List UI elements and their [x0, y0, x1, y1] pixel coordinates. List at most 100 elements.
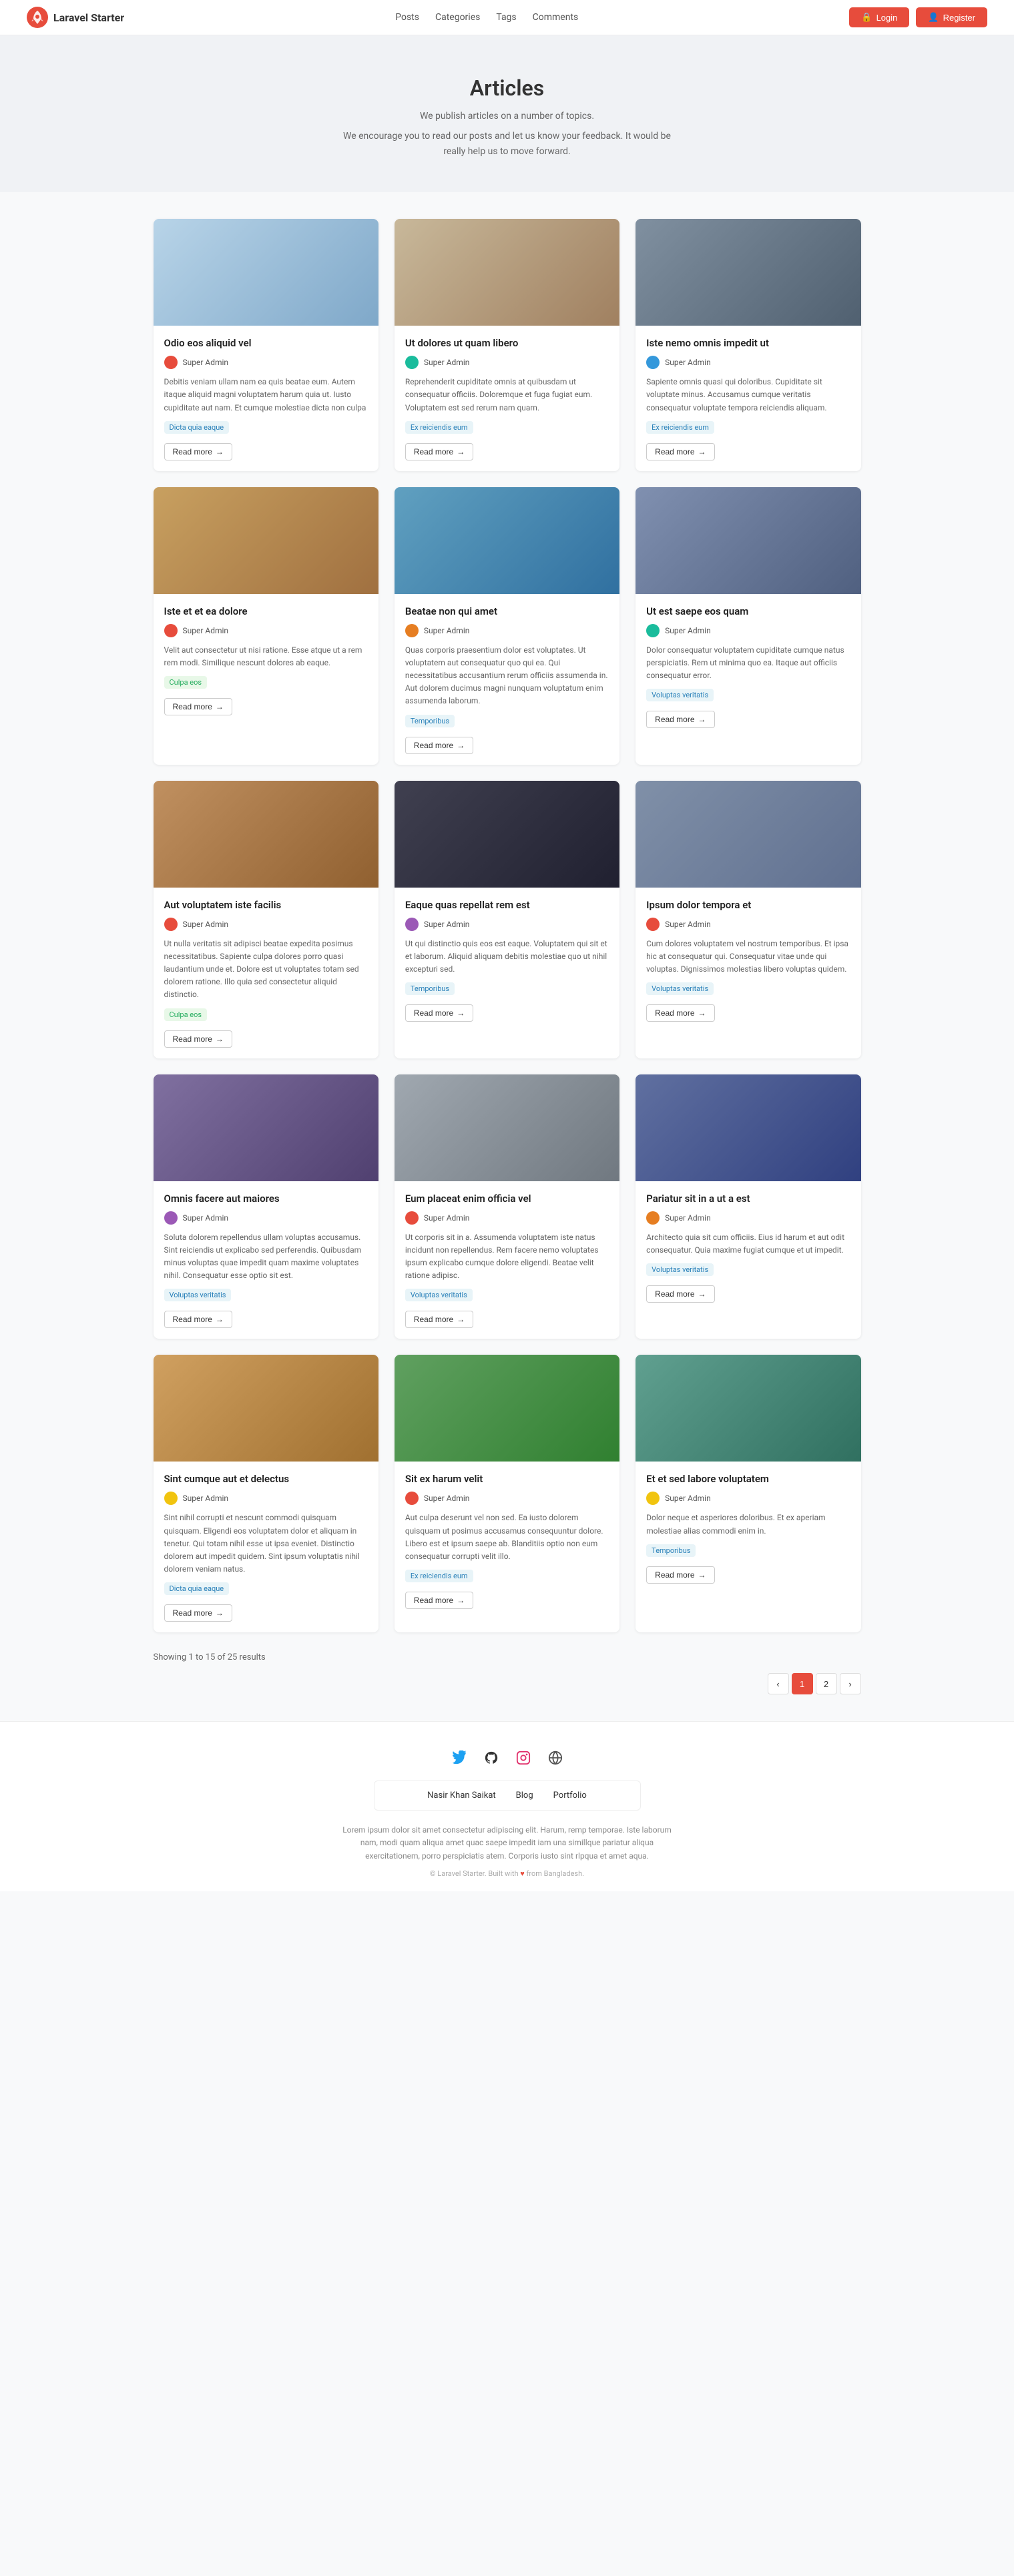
- article-card: Ut dolores ut quam libero Super Admin Re…: [395, 219, 619, 471]
- article-tag[interactable]: Voluptas veritatis: [405, 1289, 473, 1301]
- footer-link-portfolio[interactable]: Portfolio: [553, 1791, 587, 1801]
- read-more-button[interactable]: Read more →: [164, 1604, 232, 1622]
- nav-comments[interactable]: Comments: [533, 12, 579, 23]
- hero-title: Articles: [13, 75, 1001, 101]
- author-name: Super Admin: [665, 626, 711, 635]
- article-title: Sit ex harum velit: [405, 1472, 609, 1486]
- article-author: Super Admin: [164, 356, 368, 369]
- prev-page-button[interactable]: ‹: [768, 1673, 789, 1694]
- article-tag[interactable]: Voluptas veritatis: [646, 689, 714, 701]
- nav-posts[interactable]: Posts: [395, 12, 419, 23]
- article-tag[interactable]: Ex reiciendis eum: [405, 1570, 473, 1582]
- article-title: Sint cumque aut et delectus: [164, 1472, 368, 1486]
- article-card: Eum placeat enim officia vel Super Admin…: [395, 1074, 619, 1339]
- main-content: Odio eos aliquid vel Super Admin Debitis…: [140, 219, 874, 1694]
- github-icon[interactable]: [482, 1748, 501, 1767]
- read-more-button[interactable]: Read more →: [405, 443, 473, 460]
- read-more-button[interactable]: Read more →: [405, 737, 473, 754]
- article-tag[interactable]: Culpa eos: [164, 1008, 208, 1021]
- globe-icon[interactable]: [546, 1748, 565, 1767]
- article-tag[interactable]: Temporibus: [405, 715, 455, 727]
- article-card: Ipsum dolor tempora et Super Admin Cum d…: [636, 781, 860, 1058]
- author-avatar: [164, 918, 178, 931]
- hero-subtitle: We publish articles on a number of topic…: [340, 109, 674, 123]
- page-1-button[interactable]: 1: [792, 1673, 813, 1694]
- read-more-button[interactable]: Read more →: [646, 1566, 714, 1584]
- read-more-button[interactable]: Read more →: [405, 1592, 473, 1609]
- article-image: [636, 487, 860, 594]
- article-tag[interactable]: Dicta quia eaque: [164, 421, 230, 434]
- next-page-button[interactable]: ›: [840, 1673, 861, 1694]
- article-title: Omnis facere aut maiores: [164, 1192, 368, 1206]
- read-more-button[interactable]: Read more →: [164, 1030, 232, 1048]
- article-author: Super Admin: [405, 356, 609, 369]
- nav-buttons: 🔒 Login 👤 Register: [849, 7, 987, 27]
- brand-logo[interactable]: Laravel Starter: [27, 7, 124, 28]
- article-tag[interactable]: Dicta quia eaque: [164, 1582, 230, 1595]
- arrow-right-icon: →: [457, 1315, 465, 1324]
- read-more-button[interactable]: Read more →: [164, 698, 232, 715]
- arrow-right-icon: →: [457, 447, 465, 456]
- article-title: Eaque quas repellat rem est: [405, 898, 609, 912]
- article-tag[interactable]: Ex reiciendis eum: [405, 421, 473, 434]
- article-tag[interactable]: Voluptas veritatis: [646, 1263, 714, 1276]
- article-tag[interactable]: Ex reiciendis eum: [646, 421, 714, 434]
- article-card: Sit ex harum velit Super Admin Aut culpa…: [395, 1355, 619, 1632]
- article-image: [636, 1355, 860, 1462]
- read-more-button[interactable]: Read more →: [405, 1004, 473, 1022]
- article-excerpt: Debitis veniam ullam nam ea quis beatae …: [164, 376, 368, 414]
- arrow-right-icon: →: [698, 715, 706, 724]
- article-excerpt: Dolor consequatur voluptatem cupiditate …: [646, 644, 850, 683]
- article-tag[interactable]: Temporibus: [646, 1544, 696, 1557]
- article-excerpt: Sint nihil corrupti et nescunt commodi q…: [164, 1512, 368, 1576]
- read-more-button[interactable]: Read more →: [646, 711, 714, 728]
- register-button[interactable]: 👤 Register: [916, 7, 987, 27]
- arrow-right-icon: →: [457, 1596, 465, 1605]
- article-card: Iste nemo omnis impedit ut Super Admin S…: [636, 219, 860, 471]
- article-image: [636, 219, 860, 326]
- page-2-button[interactable]: 2: [816, 1673, 837, 1694]
- article-excerpt: Velit aut consectetur ut nisi ratione. E…: [164, 644, 368, 669]
- instagram-icon[interactable]: [514, 1748, 533, 1767]
- read-more-button[interactable]: Read more →: [646, 1285, 714, 1303]
- twitter-icon[interactable]: [450, 1748, 469, 1767]
- author-avatar: [405, 918, 419, 931]
- article-author: Super Admin: [646, 356, 850, 369]
- article-card: Beatae non qui amet Super Admin Quas cor…: [395, 487, 619, 765]
- article-card: Et et sed labore voluptatem Super Admin …: [636, 1355, 860, 1632]
- footer-description: Lorem ipsum dolor sit amet consectetur a…: [340, 1824, 674, 1863]
- article-card: Eaque quas repellat rem est Super Admin …: [395, 781, 619, 1058]
- article-tag[interactable]: Voluptas veritatis: [164, 1289, 232, 1301]
- author-avatar: [164, 624, 178, 637]
- nav-tags[interactable]: Tags: [496, 12, 516, 23]
- read-more-button[interactable]: Read more →: [646, 1004, 714, 1022]
- lock-icon: 🔒: [861, 12, 872, 23]
- article-tag[interactable]: Temporibus: [405, 982, 455, 995]
- article-card: Pariatur sit in a ut a est Super Admin A…: [636, 1074, 860, 1339]
- pagination-info: Showing 1 to 15 of 25 results: [154, 1652, 861, 1662]
- login-button[interactable]: 🔒 Login: [849, 7, 909, 27]
- article-excerpt: Dolor neque et asperiores doloribus. Et …: [646, 1512, 850, 1537]
- article-title: Ipsum dolor tempora et: [646, 898, 850, 912]
- footer-link-blog[interactable]: Blog: [516, 1791, 533, 1801]
- nav-categories[interactable]: Categories: [435, 12, 480, 23]
- footer-link-author[interactable]: Nasir Khan Saikat: [427, 1791, 496, 1801]
- read-more-button[interactable]: Read more →: [646, 443, 714, 460]
- rocket-icon: [27, 7, 48, 28]
- article-excerpt: Ut qui distinctio quis eos est eaque. Vo…: [405, 938, 609, 976]
- read-more-button[interactable]: Read more →: [164, 443, 232, 460]
- article-title: Et et sed labore voluptatem: [646, 1472, 850, 1486]
- author-avatar: [646, 356, 660, 369]
- pagination: ‹ 1 2 ›: [154, 1673, 861, 1694]
- article-tag[interactable]: Voluptas veritatis: [646, 982, 714, 995]
- read-more-button[interactable]: Read more →: [164, 1311, 232, 1328]
- author-name: Super Admin: [424, 920, 470, 929]
- author-avatar: [164, 1492, 178, 1505]
- author-name: Super Admin: [665, 920, 711, 929]
- read-more-button[interactable]: Read more →: [405, 1311, 473, 1328]
- article-title: Pariatur sit in a ut a est: [646, 1192, 850, 1206]
- author-avatar: [646, 918, 660, 931]
- article-tag[interactable]: Culpa eos: [164, 676, 208, 689]
- author-name: Super Admin: [183, 626, 229, 635]
- article-title: Odio eos aliquid vel: [164, 336, 368, 350]
